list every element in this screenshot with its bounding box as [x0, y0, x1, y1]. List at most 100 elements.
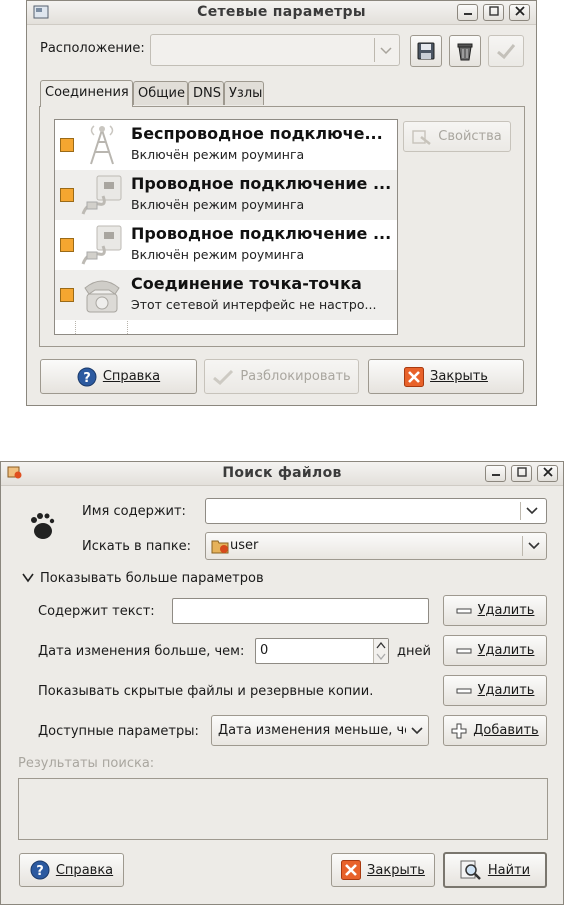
delete-location-button[interactable] [449, 35, 481, 67]
name-contains-combo[interactable] [205, 498, 547, 524]
minus-icon [456, 608, 472, 613]
tab-general[interactable]: Общие [133, 81, 188, 105]
date-modified-label: Дата изменения больше, чем: [38, 644, 245, 659]
search-files-window: Поиск файлов Имя содержит: Искать в папк… [0, 461, 564, 905]
search-in-label: Искать в папке: [82, 539, 192, 554]
minimize-icon [491, 474, 500, 476]
tab-connections[interactable]: Соединения [40, 80, 133, 107]
tab-panel: Беспроводное подключе... Включён режим р… [39, 106, 525, 347]
active-checkbox[interactable] [60, 188, 74, 202]
plus-icon [451, 723, 467, 738]
available-options-value: Дата изменения меньше, че [218, 723, 406, 738]
date-modified-spinner[interactable]: 0 [255, 638, 389, 664]
minus-icon [456, 648, 472, 653]
results-list[interactable] [18, 778, 548, 840]
telephone-icon [84, 280, 120, 313]
save-location-button[interactable] [410, 35, 442, 67]
results-label: Результаты поиска: [18, 756, 155, 771]
list-item[interactable]: Соединение точка-точка Этот сетевой инте… [55, 270, 397, 320]
date-modified-value: 0 [260, 643, 269, 658]
properties-label: Свойства [438, 129, 502, 144]
network-titlebar[interactable]: Сетевые параметры [27, 1, 536, 25]
location-label: Расположение: [40, 41, 145, 56]
ethernet-plug-icon [81, 175, 122, 215]
connection-name: Проводное подключение ... [131, 174, 392, 193]
search-titlebar[interactable]: Поиск файлов [1, 462, 563, 486]
minimize-icon [463, 13, 472, 15]
remove-label: Удалить [477, 643, 535, 658]
search-in-value: user [230, 538, 259, 553]
available-options-combo[interactable]: Дата изменения меньше, че [211, 715, 429, 746]
maximize-button[interactable] [511, 465, 532, 482]
ethernet-plug-icon [81, 225, 122, 265]
apply-location-button[interactable] [488, 35, 524, 67]
help-label: Справка [55, 862, 114, 878]
name-contains-label: Имя содержит: [82, 504, 186, 519]
close-button[interactable]: Закрыть [331, 853, 435, 887]
maximize-icon [516, 467, 527, 477]
chevron-down-icon [528, 542, 540, 550]
add-option-button[interactable]: Добавить [443, 715, 547, 746]
gnome-foot-icon [31, 513, 55, 539]
connection-name: Проводное подключение ... [131, 224, 392, 243]
remove-date-button[interactable]: Удалить [443, 635, 547, 666]
close-button[interactable]: Закрыть [368, 359, 524, 394]
days-label: дней [397, 644, 431, 659]
active-checkbox[interactable] [60, 288, 74, 302]
magnifier-icon [460, 860, 481, 880]
remove-contains-text-button[interactable]: Удалить [443, 595, 547, 626]
combo-separator [520, 502, 521, 520]
add-label: Добавить [473, 723, 539, 738]
help-icon: ? [30, 860, 50, 880]
unlock-button[interactable]: Разблокировать [204, 359, 359, 394]
chevron-down-icon [380, 47, 392, 55]
connection-name: Беспроводное подключе... [131, 124, 383, 143]
close-label: Закрыть [367, 862, 425, 878]
active-checkbox[interactable] [60, 238, 74, 252]
wireless-tower-icon [90, 125, 114, 165]
close-icon [542, 467, 553, 477]
list-item[interactable]: Проводное подключение ... Включён режим … [55, 170, 397, 220]
minimize-button[interactable] [457, 4, 478, 21]
find-button[interactable]: Найти [443, 852, 547, 888]
contains-text-input[interactable] [172, 598, 429, 624]
maximize-icon [488, 6, 499, 16]
active-checkbox[interactable] [60, 138, 74, 152]
close-window-button[interactable] [509, 4, 530, 21]
spin-up-icon[interactable] [376, 642, 386, 649]
list-item[interactable]: Беспроводное подключе... Включён режим р… [55, 120, 397, 170]
trash-can-icon [457, 43, 473, 61]
help-icon: ? [77, 367, 97, 386]
spin-down-icon[interactable] [376, 653, 386, 660]
list-item[interactable]: Проводное подключение ... Включён режим … [55, 220, 397, 270]
close-label: Закрыть [430, 369, 488, 384]
maximize-button[interactable] [483, 4, 504, 21]
search-window-title: Поиск файлов [222, 465, 342, 481]
checkmark-icon [497, 44, 516, 60]
remove-hidden-button[interactable]: Удалить [443, 675, 547, 706]
help-button[interactable]: ? Справка [40, 359, 197, 394]
find-label: Найти [487, 862, 531, 878]
properties-button[interactable]: Свойства [403, 121, 511, 152]
spin-buttons[interactable] [373, 639, 388, 663]
help-button[interactable]: ? Справка [19, 853, 124, 887]
connection-description: Включён режим роуминга [131, 147, 305, 162]
expander-arrow-icon[interactable] [22, 573, 34, 583]
tab-hosts[interactable]: Узлы [224, 81, 264, 105]
combo-separator [522, 536, 523, 556]
connection-description: Включён режим роуминга [131, 247, 305, 262]
minimize-button[interactable] [485, 465, 506, 482]
more-options-expander[interactable]: Показывать больше параметров [40, 571, 264, 586]
remove-label: Удалить [477, 603, 535, 618]
location-combo[interactable] [150, 34, 400, 66]
connection-description: Включён режим роуминга [131, 197, 305, 212]
connections-list[interactable]: Беспроводное подключе... Включён режим р… [54, 119, 398, 335]
connection-name: Соединение точка-точка [131, 274, 362, 293]
tab-dns[interactable]: DNS [188, 81, 224, 105]
svg-text:?: ? [83, 371, 91, 386]
close-x-icon [404, 366, 425, 387]
close-window-button[interactable] [537, 465, 558, 482]
properties-icon [412, 129, 432, 145]
help-label: Справка [102, 369, 161, 384]
search-in-combo[interactable]: user [205, 532, 547, 560]
